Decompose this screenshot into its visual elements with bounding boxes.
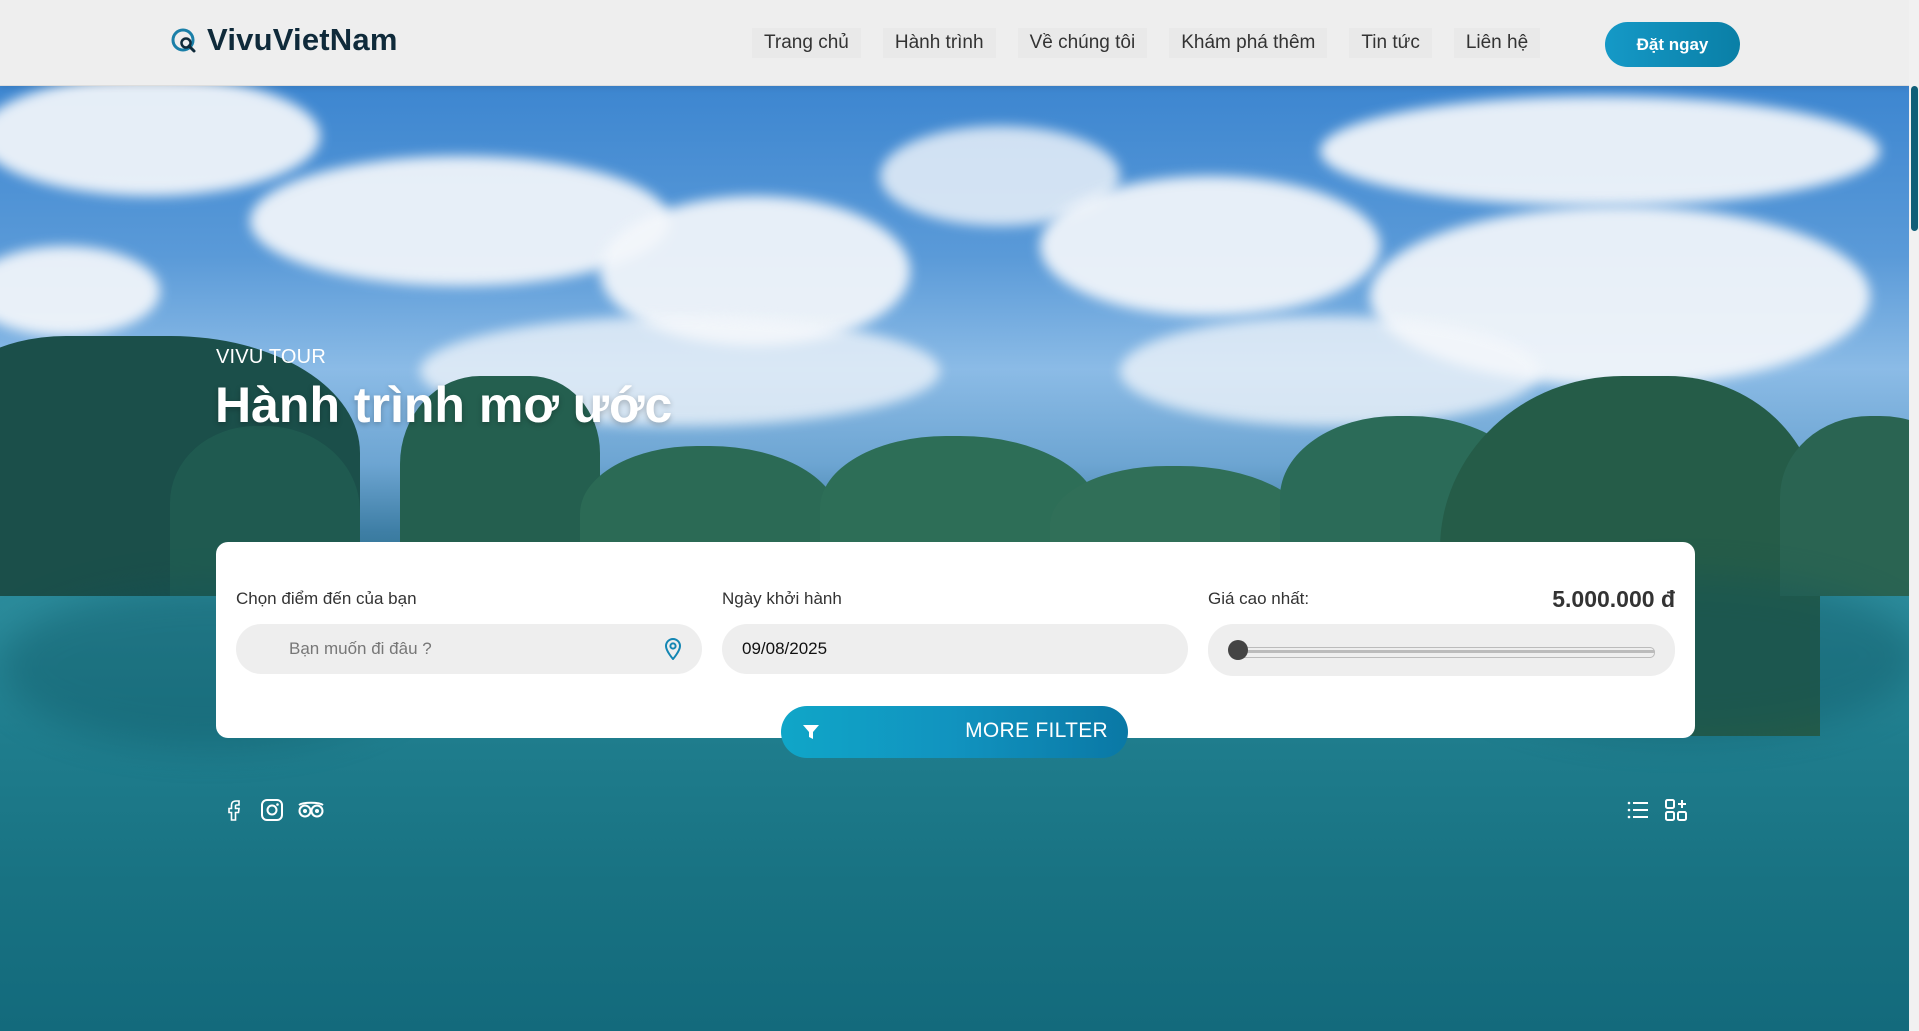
brand-logo[interactable]: VivuVietNam — [171, 22, 398, 58]
more-filter-button[interactable]: MORE FILTER — [781, 706, 1128, 758]
scrollbar-thumb[interactable] — [1911, 86, 1918, 231]
map-pin-icon — [664, 638, 682, 660]
instagram-icon[interactable] — [260, 798, 284, 822]
price-slider-track — [1238, 647, 1655, 658]
price-value: 5.000.000 đ — [1552, 586, 1675, 612]
book-now-button[interactable]: Đặt ngay — [1605, 22, 1740, 67]
list-view-icon[interactable] — [1626, 798, 1650, 822]
nav-explore[interactable]: Khám phá thêm — [1169, 28, 1327, 58]
nav-contact[interactable]: Liên hệ — [1454, 28, 1540, 58]
brand-name: VivuVietNam — [207, 22, 398, 57]
price-slider-knob[interactable] — [1228, 640, 1248, 660]
globe-search-icon — [171, 28, 196, 53]
main-nav: Trang chủ Hành trình Về chúng tôi Khám p… — [752, 28, 1562, 58]
grid-view-icon[interactable] — [1664, 798, 1688, 822]
nav-journey[interactable]: Hành trình — [883, 28, 996, 58]
departure-date-value: 09/08/2025 — [742, 639, 828, 658]
nav-news[interactable]: Tin tức — [1349, 28, 1431, 58]
price-slider[interactable] — [1208, 624, 1675, 676]
tripadvisor-icon[interactable] — [297, 798, 325, 822]
date-label: Ngày khởi hành — [722, 589, 842, 608]
destination-placeholder: Bạn muốn đi đâu ? — [289, 639, 432, 658]
destination-input[interactable]: Bạn muốn đi đâu ? — [236, 624, 702, 674]
nav-home[interactable]: Trang chủ — [752, 28, 861, 58]
site-header: VivuVietNam Trang chủ Hành trình Về chún… — [0, 0, 1909, 86]
departure-date-input[interactable]: 09/08/2025 — [722, 624, 1188, 674]
destination-label: Chọn điểm đến của bạn — [236, 589, 417, 608]
nav-about[interactable]: Về chúng tôi — [1018, 28, 1148, 58]
facebook-icon[interactable] — [222, 798, 246, 822]
more-filter-label: MORE FILTER — [965, 719, 1108, 742]
hero-title: Hành trình mơ ước — [215, 377, 673, 433]
filter-icon — [803, 725, 819, 739]
hero-tag: VIVU TOUR — [216, 346, 326, 368]
price-label: Giá cao nhất: — [1208, 589, 1310, 608]
